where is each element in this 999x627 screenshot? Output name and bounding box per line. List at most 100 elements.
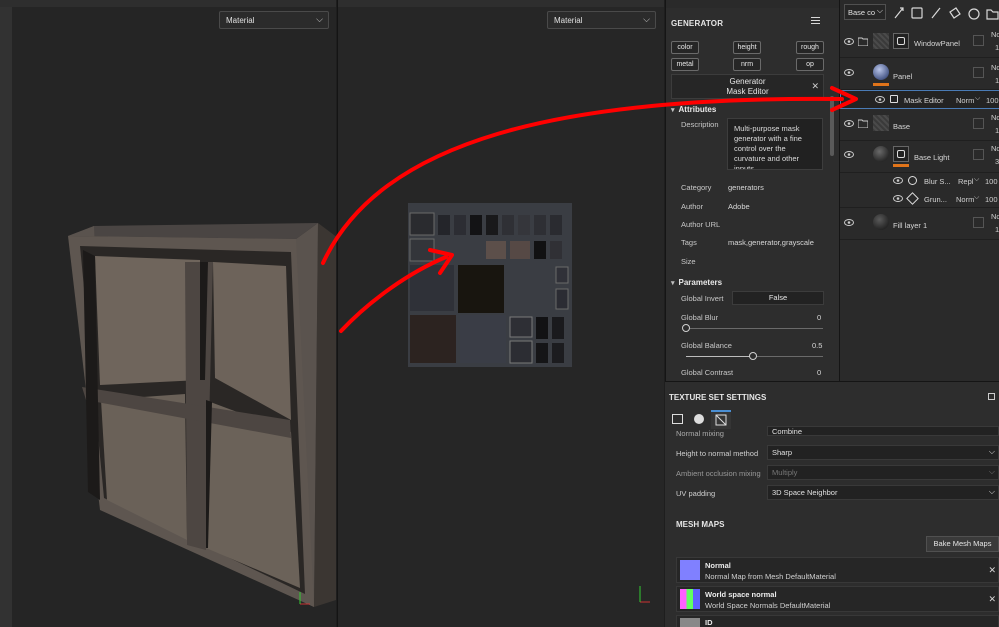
close-icon[interactable]: ✕ (811, 81, 819, 91)
layer-checkbox[interactable] (973, 118, 984, 129)
effect-row-mask-editor[interactable]: Mask Editor Norm ⌵ 100 (840, 90, 999, 109)
layer-checkbox[interactable] (973, 67, 984, 78)
eye-icon[interactable] (844, 120, 854, 127)
eye-icon[interactable] (893, 195, 903, 202)
eye-icon[interactable] (844, 219, 854, 226)
mesh-map-source: World Space Normals DefaultMaterial (705, 601, 831, 610)
eye-icon[interactable] (844, 38, 854, 45)
global-balance-value: 0.5 (812, 341, 823, 350)
eye-icon[interactable] (844, 69, 854, 76)
close-icon[interactable]: ✕ (988, 565, 996, 576)
parameters-header[interactable]: ▾ Parameters (671, 278, 722, 287)
layer-blend-mode: No (991, 113, 999, 122)
chevron-down-icon: ⌵ (643, 14, 650, 24)
generator-selector[interactable]: Generator Mask Editor ✕ (671, 74, 824, 99)
viewport-2d-channel-dropdown[interactable]: Material ⌵ (547, 11, 656, 29)
texture-set-icon (672, 414, 683, 424)
fill-effect-icon (906, 192, 919, 205)
layer-checkbox[interactable] (973, 149, 984, 160)
slider-fill (686, 356, 753, 357)
layer-toolbar (894, 7, 999, 20)
viewport-2d[interactable]: Material ⌵ (337, 0, 664, 627)
mesh-map-row-id[interactable]: ID (676, 615, 999, 627)
mesh-maps-title: MESH MAPS (676, 520, 725, 529)
chip-height[interactable]: height (733, 41, 761, 54)
layer-row-fill-layer-1[interactable]: Fill layer 1 No 1 (840, 208, 999, 240)
global-contrast-value: 0 (817, 368, 822, 377)
tab-mesh-maps[interactable] (711, 410, 731, 429)
layer-row-windowpanel[interactable]: WindowPanel No 1 (840, 26, 999, 58)
uv-padding-select[interactable]: 3D Space Neighbor ⌵ (767, 485, 999, 500)
generator-name: Mask Editor (726, 87, 769, 96)
maximize-icon[interactable] (988, 393, 995, 400)
chevron-down-icon: ⌵ (974, 176, 980, 183)
layer-material-bar (873, 83, 889, 86)
normal-map-thumbnail (680, 560, 700, 580)
panel-scrollbar[interactable] (830, 96, 834, 156)
mesh-map-name: ID (705, 618, 713, 627)
menu-icon[interactable] (811, 17, 820, 25)
eye-icon[interactable] (893, 177, 903, 184)
layer-row-base[interactable]: Base No 1 (840, 109, 999, 141)
effect-row-grunge[interactable]: Grun... Norm ⌵ 100 (840, 189, 999, 208)
chip-rough[interactable]: rough (796, 41, 824, 54)
global-balance-slider[interactable] (686, 352, 823, 360)
chip-color[interactable]: color (671, 41, 699, 54)
global-invert-toggle[interactable]: False (732, 291, 824, 305)
channel-dropdown[interactable]: Base co ⌵ (844, 4, 886, 20)
mesh-map-row-world-space-normal[interactable]: World space normal World Space Normals D… (676, 586, 999, 612)
slider-handle[interactable] (682, 324, 690, 332)
category-value: generators (728, 183, 764, 192)
author-value: Adobe (728, 202, 750, 211)
viewport-3d[interactable]: Material ⌵ (0, 0, 336, 627)
uv-padding-value: 3D Space Neighbor (772, 488, 838, 497)
attributes-header[interactable]: ▾ Attributes (671, 105, 716, 114)
layer-row-base-light[interactable]: Base Light No 3 (840, 141, 999, 173)
layer-name: Base (893, 122, 911, 131)
eye-icon[interactable] (875, 96, 885, 103)
layer-blend-mode: No (991, 144, 999, 153)
tab-texture-set[interactable] (668, 410, 688, 429)
panel-header-strip (666, 0, 840, 8)
mesh-map-row-normal[interactable]: Normal Normal Map from Mesh DefaultMater… (676, 557, 999, 583)
ao-mixing-select: Multiply ⌵ (767, 465, 999, 480)
layer-name: Fill layer 1 (893, 221, 928, 230)
effect-blend-mode: Norm (956, 195, 975, 204)
chip-metal[interactable]: metal (671, 58, 699, 71)
add-effect-icon (894, 7, 904, 19)
chip-nrm[interactable]: nrm (733, 58, 761, 71)
global-blur-value: 0 (817, 313, 822, 322)
normal-mixing-select[interactable]: Combine (767, 426, 999, 436)
id-map-thumbnail (680, 618, 700, 627)
layer-opacity: 1 (995, 126, 999, 135)
viewport-topbar (338, 0, 664, 7)
layer-checkbox[interactable] (973, 217, 984, 228)
slider-handle[interactable] (749, 352, 757, 360)
layer-blend-mode: No (991, 212, 999, 221)
shader-icon (694, 414, 704, 424)
paint-icon (931, 7, 941, 19)
global-contrast-label: Global Contrast (681, 368, 734, 377)
close-icon[interactable]: ✕ (988, 594, 996, 605)
layer-thumbnail (873, 214, 889, 230)
layer-row-panel[interactable]: Panel No 1 (840, 58, 999, 90)
effect-row-blur[interactable]: Blur S... Repl ⌵ 100 (840, 173, 999, 189)
layer-material-bar (893, 164, 909, 167)
effect-blend-mode: Repl (958, 177, 974, 186)
chip-op[interactable]: op (796, 58, 824, 71)
add-folder-icon (986, 9, 999, 20)
tab-shader[interactable] (690, 410, 710, 429)
ao-mixing-value: Multiply (772, 468, 798, 477)
eye-icon[interactable] (844, 151, 854, 158)
layer-opacity: 1 (995, 43, 999, 52)
layer-thumbnail (873, 115, 889, 131)
bake-mesh-maps-button[interactable]: Bake Mesh Maps (926, 536, 999, 552)
mask-thumbnail (893, 146, 909, 162)
layer-blend-mode: No (991, 30, 999, 39)
layer-blend-mode: No (991, 63, 999, 72)
folder-icon (858, 119, 868, 128)
chevron-down-icon: ⌵ (975, 95, 981, 102)
global-blur-slider[interactable] (682, 324, 823, 332)
height-to-normal-select[interactable]: Sharp ⌵ (767, 445, 999, 460)
layer-checkbox[interactable] (973, 35, 984, 46)
